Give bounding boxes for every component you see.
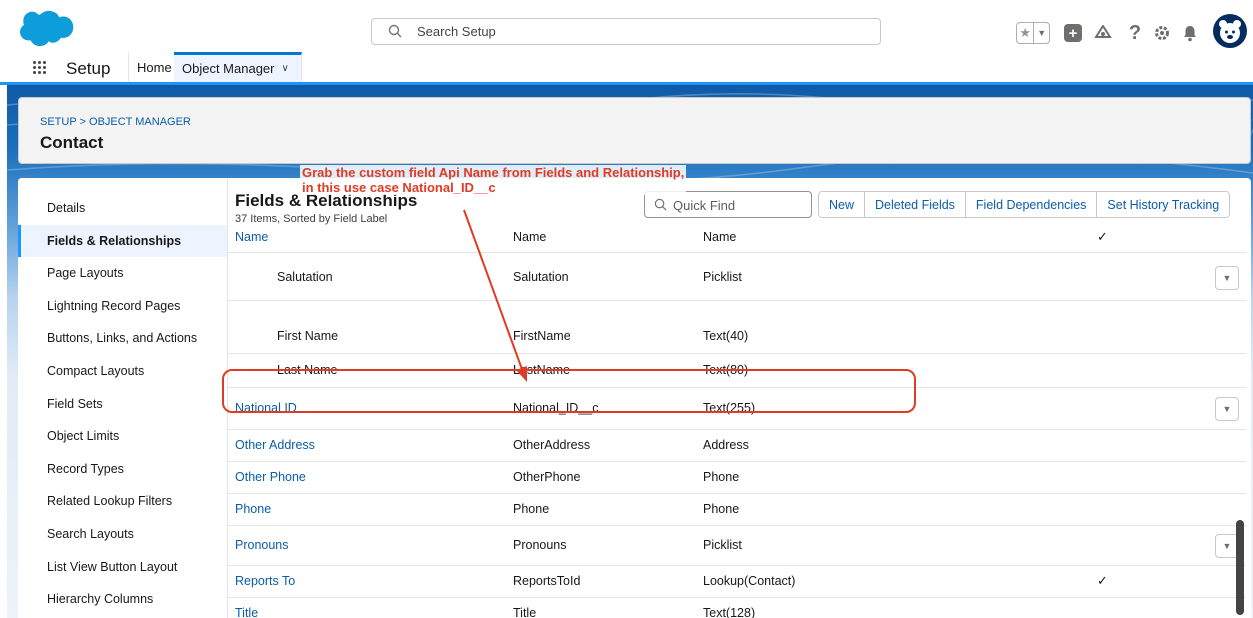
field-data-type: Lookup(Contact) <box>703 574 796 588</box>
table-row: Pronouns Pronouns Picklist ▼ <box>228 526 1246 566</box>
row-actions-button[interactable]: ▼ <box>1215 397 1239 421</box>
app-navigation: Setup Home Object Manager ∨ <box>0 52 1253 85</box>
trailhead-icon[interactable] <box>1093 23 1113 43</box>
table-row: First Name FirstName Text(40) <box>228 320 1246 354</box>
section-subtitle: 37 Items, Sorted by Field Label <box>235 213 388 225</box>
field-label[interactable]: Pronouns <box>235 538 289 552</box>
tab-object-manager[interactable]: Object Manager ∨ <box>174 52 302 82</box>
sidebar-item[interactable]: Hierarchy Columns <box>18 583 227 615</box>
field-label[interactable]: Other Address <box>235 438 315 452</box>
field-api-name: FirstName <box>513 329 571 343</box>
new-button[interactable]: New <box>819 192 866 217</box>
field-data-type: Phone <box>703 502 740 516</box>
sidebar: Details Fields & Relationships Page Layout… <box>18 178 227 618</box>
sidebar-item[interactable]: Page Layouts <box>18 257 227 289</box>
sidebar-item[interactable]: Lightning Record Pages <box>18 290 227 322</box>
chevron-down-icon[interactable]: ∨ <box>282 63 289 74</box>
field-label[interactable]: Reports To <box>235 574 295 588</box>
field-data-type: Picklist <box>703 270 742 284</box>
tab-object-manager-label: Object Manager <box>182 61 275 76</box>
field-api-name: Title <box>513 606 537 618</box>
field-data-type: Picklist <box>703 538 742 552</box>
row-actions-button[interactable]: ▼ <box>1215 266 1239 290</box>
field-api-name: OtherAddress <box>513 438 591 452</box>
favorites-button[interactable]: ★ ▼ <box>1016 22 1050 44</box>
field-data-type: Address <box>703 438 749 452</box>
search-icon <box>388 24 402 38</box>
page-header: SETUP > OBJECT MANAGER Contact <box>18 97 1251 164</box>
field-label[interactable]: Title <box>235 606 258 618</box>
field-label[interactable]: Name <box>235 230 268 244</box>
avatar-icon[interactable] <box>1213 14 1247 48</box>
indexed-check-icon: ✓ <box>1097 230 1108 244</box>
annotation-text: Grab the custom field Api Name from Fiel… <box>300 165 687 195</box>
field-label: Salutation <box>277 270 333 284</box>
field-label[interactable]: Phone <box>235 502 271 516</box>
breadcrumb[interactable]: SETUP > OBJECT MANAGER <box>40 116 191 128</box>
sidebar-item[interactable]: Search Layouts <box>18 518 227 550</box>
table-row: Other Phone OtherPhone Phone <box>228 462 1246 494</box>
quick-find-input[interactable]: Quick Find <box>644 191 812 218</box>
sidebar-item[interactable]: Details <box>18 192 227 224</box>
table-row: Phone Phone Phone <box>228 494 1246 526</box>
star-icon[interactable]: ★ <box>1017 23 1035 43</box>
field-api-name: Pronouns <box>513 538 567 552</box>
field-api-name: Phone <box>513 502 550 516</box>
field-label[interactable]: Other Phone <box>235 470 306 484</box>
annotation-highlight-box <box>222 369 916 413</box>
field-data-type: Name <box>703 230 737 244</box>
bell-icon[interactable] <box>1180 23 1200 43</box>
field-dependencies-button[interactable]: Field Dependencies <box>965 192 1098 217</box>
deleted-fields-button[interactable]: Deleted Fields <box>865 192 966 217</box>
field-api-name: Name <box>513 230 547 244</box>
annotation-line-1: Grab the custom field Api Name from Fiel… <box>302 165 685 180</box>
sidebar-item[interactable]: Buttons, Links, and Actions <box>18 322 227 354</box>
sidebar-item[interactable]: Field Sets <box>18 388 227 420</box>
help-icon[interactable]: ? <box>1125 22 1145 44</box>
field-api-name: ReportsToId <box>513 574 581 588</box>
table-row: Name Name Name ✓ <box>228 230 1246 253</box>
sidebar-item[interactable]: Fields & Relationships <box>18 224 227 257</box>
scrollbar[interactable] <box>1236 520 1244 615</box>
global-header: Search Setup ★ ▼ + ? <box>0 0 1253 52</box>
field-data-type: Phone <box>703 470 740 484</box>
table-row: Reports To ReportsToId Lookup(Contact) ✓ <box>228 566 1246 598</box>
page-title: Contact <box>40 133 104 152</box>
table-row: Other Address OtherAddress Address <box>228 430 1246 462</box>
app-name: Setup <box>66 59 111 78</box>
salesforce-cloud-logo[interactable] <box>20 10 74 46</box>
field-api-name: Salutation <box>513 270 569 284</box>
chevron-down-icon[interactable]: ▼ <box>1034 23 1049 43</box>
annotation-line-2: in this use case National_ID__c <box>302 180 496 195</box>
sidebar-item[interactable]: Compact Layouts <box>18 355 227 387</box>
sidebar-item[interactable]: Record Types <box>18 453 227 485</box>
gear-icon[interactable] <box>1152 23 1172 43</box>
field-data-type: Text(128) <box>703 606 756 618</box>
action-button-group: New Deleted Fields Field Dependencies Se… <box>818 191 1231 218</box>
indexed-check-icon: ✓ <box>1097 573 1108 588</box>
sidebar-item[interactable]: Related Lookup Filters <box>18 485 227 517</box>
search-icon <box>654 198 667 211</box>
plus-icon[interactable]: + <box>1064 24 1082 42</box>
field-api-name: OtherPhone <box>513 470 581 484</box>
sidebar-item[interactable]: Object Limits <box>18 420 227 452</box>
search-placeholder: Search Setup <box>417 24 496 39</box>
tab-home[interactable]: Home <box>128 52 181 82</box>
field-data-type: Text(40) <box>703 329 749 343</box>
set-history-tracking-button[interactable]: Set History Tracking <box>1097 192 1230 217</box>
table-row: Salutation Salutation Picklist ▼ <box>228 254 1246 301</box>
setup-search-input[interactable]: Search Setup <box>371 18 881 45</box>
app-launcher-icon[interactable] <box>33 61 47 75</box>
sidebar-item[interactable]: List View Button Layout <box>18 551 227 583</box>
table-row: Title Title Text(128) <box>228 598 1246 618</box>
quick-find-placeholder: Quick Find <box>673 198 736 213</box>
field-label: First Name <box>277 329 339 343</box>
fields-table: Name Name Name ✓ Salutation Salutation Picklis… <box>228 230 1251 618</box>
